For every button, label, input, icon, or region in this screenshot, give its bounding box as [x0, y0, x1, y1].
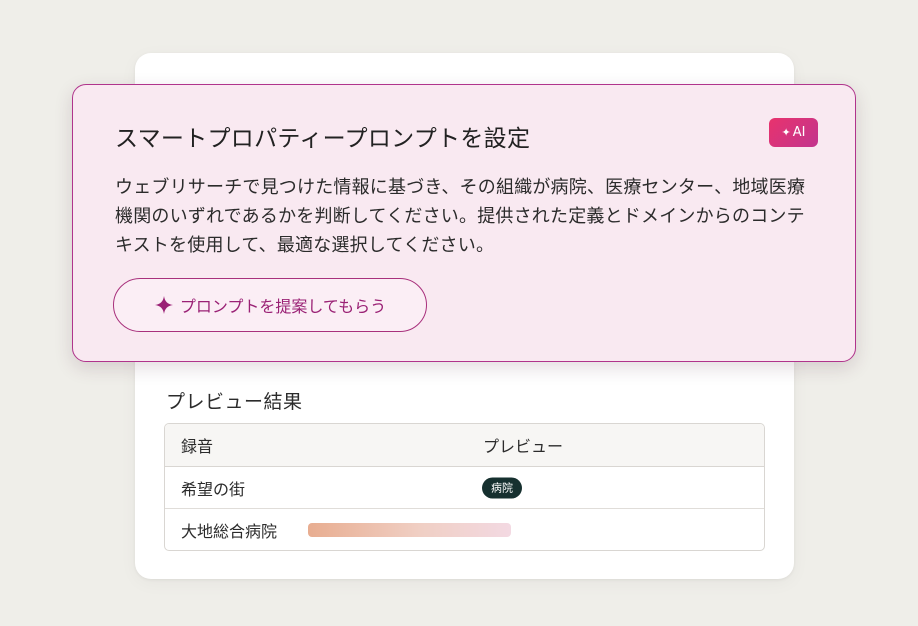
- sparkle-icon: [154, 295, 174, 315]
- prompt-text[interactable]: ウェブリサーチで見つけた情報に基づき、その組織が病院、医療センター、地域医療機関…: [115, 173, 815, 260]
- suggest-prompt-button-label: プロンプトを提案してもらう: [179, 297, 387, 316]
- table-header: 録音 プレビュー: [165, 424, 764, 467]
- sparkle-icon: ✦: [781, 126, 791, 139]
- preview-section-title: プレビュー結果: [166, 391, 303, 413]
- column-header-recording: 録音: [181, 437, 214, 456]
- table-row[interactable]: 希望の街 病院: [165, 467, 764, 509]
- table-row[interactable]: 大地総合病院: [165, 509, 764, 550]
- preview-status-badge: 病院: [482, 477, 522, 498]
- preview-loading-bar: [308, 522, 511, 537]
- column-header-preview: プレビュー: [483, 437, 564, 456]
- row-name: 希望の街: [181, 479, 246, 499]
- row-name: 大地総合病院: [181, 521, 278, 541]
- ai-badge-label: AI: [792, 125, 806, 140]
- ai-badge: ✦ AI: [769, 118, 818, 147]
- smart-property-prompt-panel: スマートプロパティープロンプトを設定 ✦ AI ウェブリサーチで見つけた情報に基…: [72, 84, 856, 362]
- preview-table: 録音 プレビュー 希望の街 病院 大地総合病院: [164, 423, 765, 551]
- panel-title: スマートプロパティープロンプトを設定: [115, 126, 531, 152]
- suggest-prompt-button[interactable]: プロンプトを提案してもらう: [113, 278, 427, 332]
